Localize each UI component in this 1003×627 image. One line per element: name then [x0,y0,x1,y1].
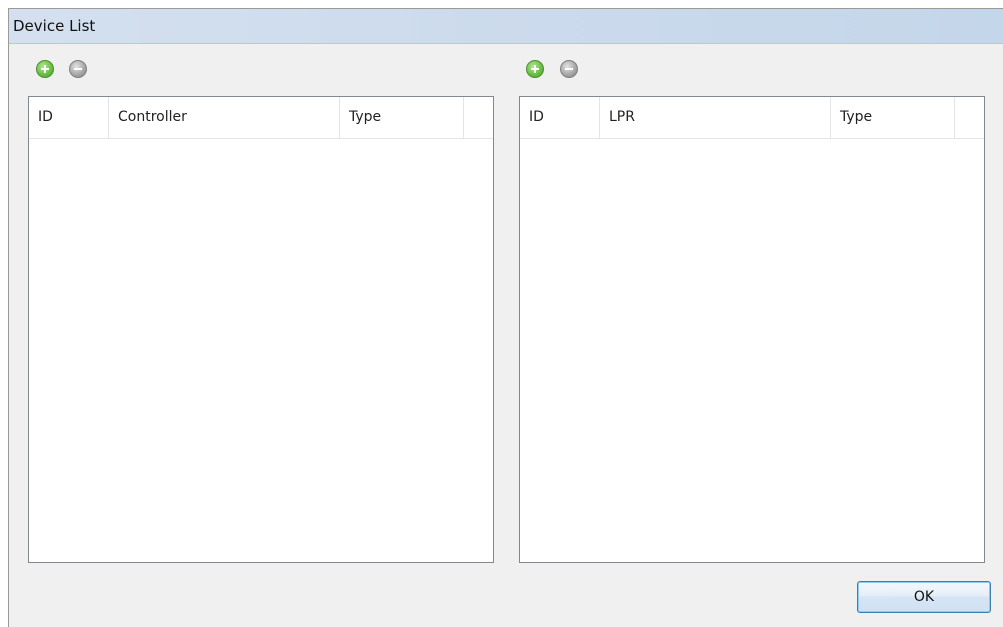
column-header-type[interactable]: Type [831,97,955,138]
column-header-filler [464,97,493,138]
controller-list[interactable]: ID Controller Type [28,96,494,563]
column-header-id[interactable]: ID [29,97,109,138]
window-title: Device List [13,17,96,35]
minus-icon [565,68,573,70]
column-header-filler [955,97,984,138]
column-header-lpr[interactable]: LPR [600,97,831,138]
add-lpr-button[interactable] [526,60,544,78]
lpr-list-header: ID LPR Type [520,97,984,139]
add-controller-button[interactable] [36,60,54,78]
plus-icon-vertical [534,65,536,73]
minus-icon [74,68,82,70]
column-header-controller[interactable]: Controller [109,97,340,138]
remove-lpr-button[interactable] [560,60,578,78]
title-bar: Device List [9,9,1003,44]
plus-icon-vertical [44,65,46,73]
device-list-dialog: Device List ID Controller Type ID LPR Ty… [8,8,1003,627]
column-header-id[interactable]: ID [520,97,600,138]
remove-controller-button[interactable] [69,60,87,78]
column-header-type[interactable]: Type [340,97,464,138]
ok-button[interactable]: OK [857,581,991,613]
lpr-list[interactable]: ID LPR Type [519,96,985,563]
controller-list-header: ID Controller Type [29,97,493,139]
